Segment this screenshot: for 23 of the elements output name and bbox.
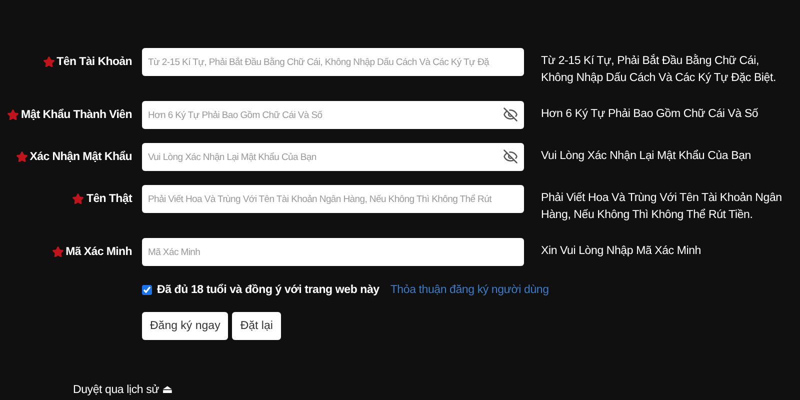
field-hint: Hơn 6 Ký Tự Phải Bao Gồm Chữ Cái Và Số <box>541 107 760 122</box>
input-field[interactable]: Phải Viết Hoa Và Trùng Với Tên Tài Khoản Ngân Hàng, Nếu Không Thì Không Thể Rút <box>142 185 524 213</box>
input-field[interactable]: Vui Lòng Xác Nhận Lại Mật Khẩu Của Bạn <box>142 143 524 171</box>
input-field[interactable]: Hơn 6 Ký Tự Phải Bao Gồm Chữ Cái Và Số <box>142 101 524 129</box>
field-hint: Vui Lòng Xác Nhận Lại Mật Khẩu Của Bạn <box>541 148 752 164</box>
hide-password-icon[interactable] <box>503 107 518 122</box>
agree-checkbox[interactable] <box>142 285 152 295</box>
field-label: Tên Thật <box>86 193 132 205</box>
user-agreement-link[interactable]: Thỏa thuận đăng ký người dùng <box>390 284 549 296</box>
field-hint: Từ 2-15 Kí Tự, Phải Bắt Đầu Bằng Chữ Cái, Không Nhập Dấu Cách Và Các Ký Tự Đặc Biệt. <box>541 53 777 86</box>
field-hint: Phải Viết Hoa Và Trùng Với Tên Tài Khoản Ngân Hàng, Nếu Không Thì Không Thể Rút Tiền. <box>541 191 783 223</box>
hide-password-icon[interactable] <box>503 149 518 164</box>
field-label: Tên Tài Khoản <box>56 56 132 68</box>
agreement-label: Đã đủ 18 tuổi và đồng ý với trang web này <box>157 284 380 296</box>
field-label: Xác Nhận Mật Khẩu <box>30 151 132 163</box>
history-toggle[interactable]: Duyệt qua lịch sử ⏏ <box>73 382 800 396</box>
input-field[interactable]: Từ 2-15 Kí Tự, Phải Bắt Đầu Bằng Chữ Cái, Không Nhập Dấu Cách Và Các Ký Tự Đặ <box>142 48 524 76</box>
reset-button[interactable]: Đặt lại <box>232 312 281 340</box>
field-label: Mật Khẩu Thành Viên <box>20 109 132 121</box>
field-hint: Xin Vui Lòng Nhập Mã Xác Minh <box>541 244 702 259</box>
input-field[interactable]: Mã Xác Minh <box>142 238 524 266</box>
field-label: Mã Xác Minh <box>66 246 132 258</box>
register-button[interactable]: Đăng ký ngay <box>142 312 228 340</box>
